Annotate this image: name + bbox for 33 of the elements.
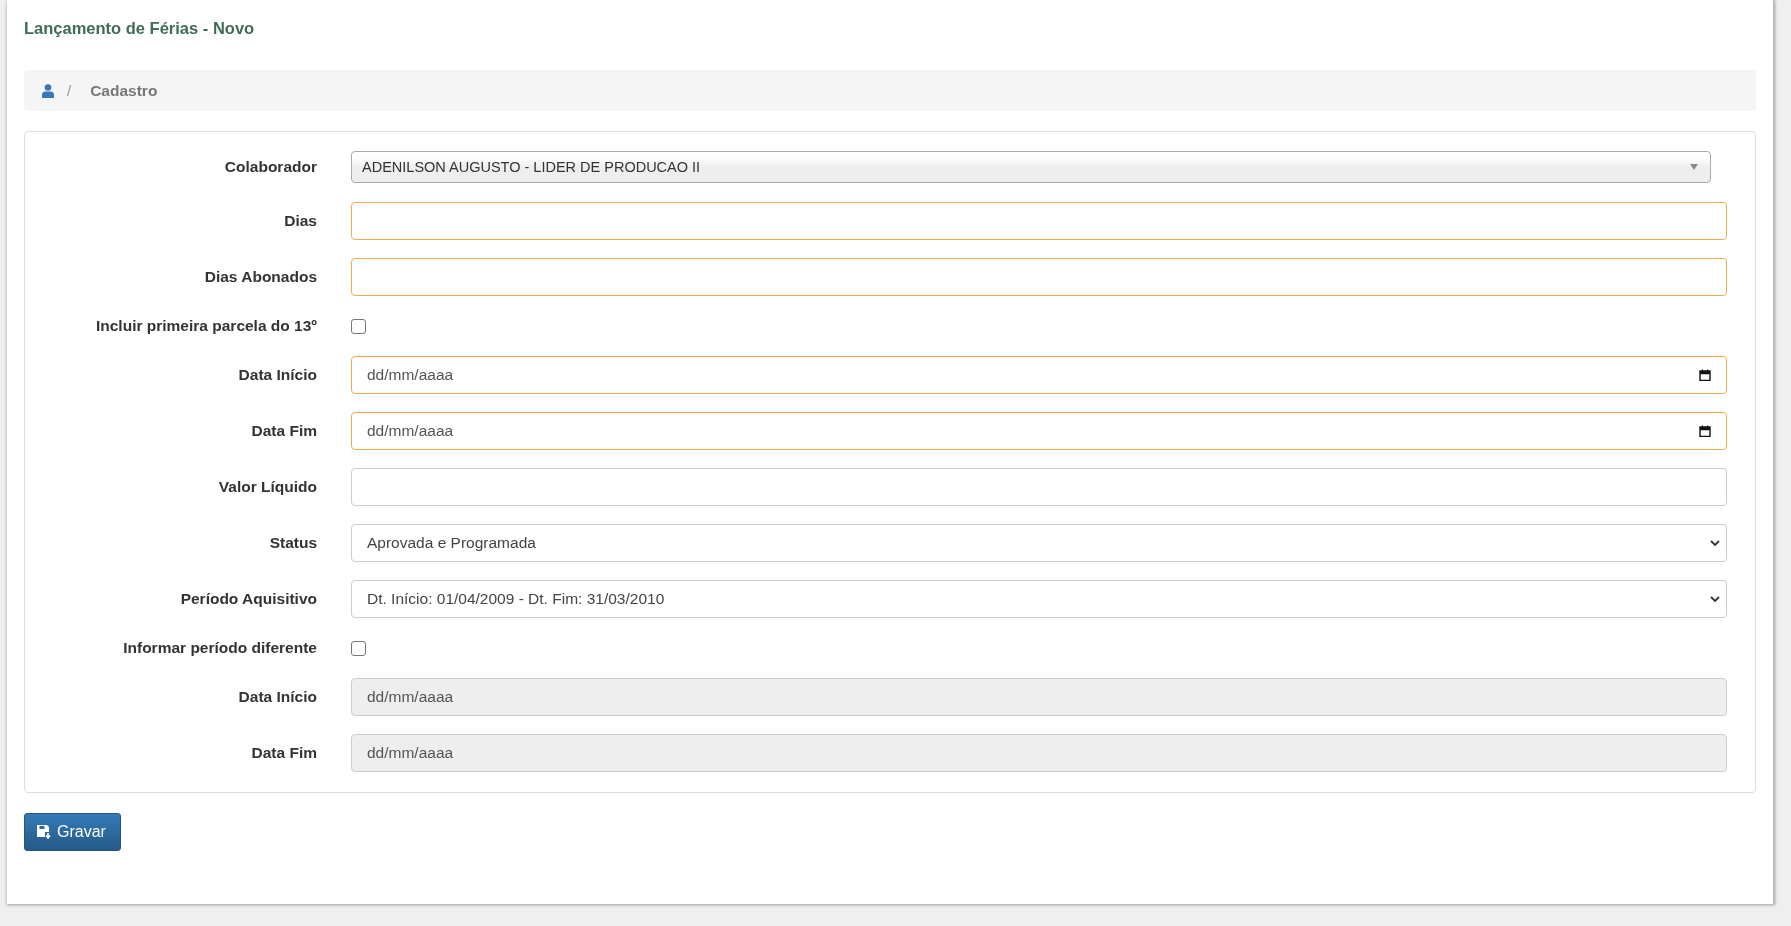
field-label: Dias (283, 212, 317, 230)
field-label: Incluir primeira parcela do 13º (94, 317, 317, 335)
chevron-down-icon (1710, 596, 1720, 602)
field-label: Valor Líquido (217, 478, 317, 496)
user-icon[interactable] (42, 83, 54, 98)
save-icon (37, 825, 51, 839)
checkbox[interactable] (351, 318, 366, 334)
field-label: Status (268, 534, 317, 552)
dropdown-arrow-icon (1690, 164, 1698, 170)
chevron-down-icon (1710, 540, 1720, 546)
employee-dropdown[interactable]: ADENILSON AUGUSTO - LIDER DE PRODUCAO II (351, 151, 1711, 183)
save-button[interactable]: Gravar (24, 813, 121, 851)
text-input-field[interactable] (351, 468, 1727, 506)
field-label: Informar período diferente (122, 639, 317, 657)
text-input-field[interactable] (351, 258, 1727, 296)
field-label: Data Fim (250, 744, 317, 762)
breadcrumb-separator: / (67, 82, 72, 99)
field-label: Período Aquisitivo (179, 590, 317, 608)
checkbox[interactable] (351, 640, 366, 656)
field-label: Colaborador (223, 158, 317, 176)
select-dropdown[interactable]: Dt. Início: 01/04/2009 - Dt. Fim: 31/03/2010 (351, 580, 1727, 618)
date-input-field[interactable]: dd/mm/aaaa (351, 356, 1727, 394)
field-label: Data Início (237, 366, 317, 384)
field-label: Dias Abonados (203, 268, 317, 286)
calendar-icon[interactable] (1699, 425, 1711, 437)
breadcrumb-item[interactable]: Cadastro (90, 81, 158, 100)
calendar-icon[interactable] (1699, 369, 1711, 381)
select-dropdown[interactable]: Aprovada e Programada (351, 524, 1727, 562)
text-input-field[interactable] (351, 202, 1727, 240)
field-label: Data Fim (250, 422, 317, 440)
field-label: Data Início (237, 688, 317, 706)
date-input-field[interactable]: dd/mm/aaaa (351, 412, 1727, 450)
page-title: Lançamento de Férias - Novo (24, 18, 255, 39)
